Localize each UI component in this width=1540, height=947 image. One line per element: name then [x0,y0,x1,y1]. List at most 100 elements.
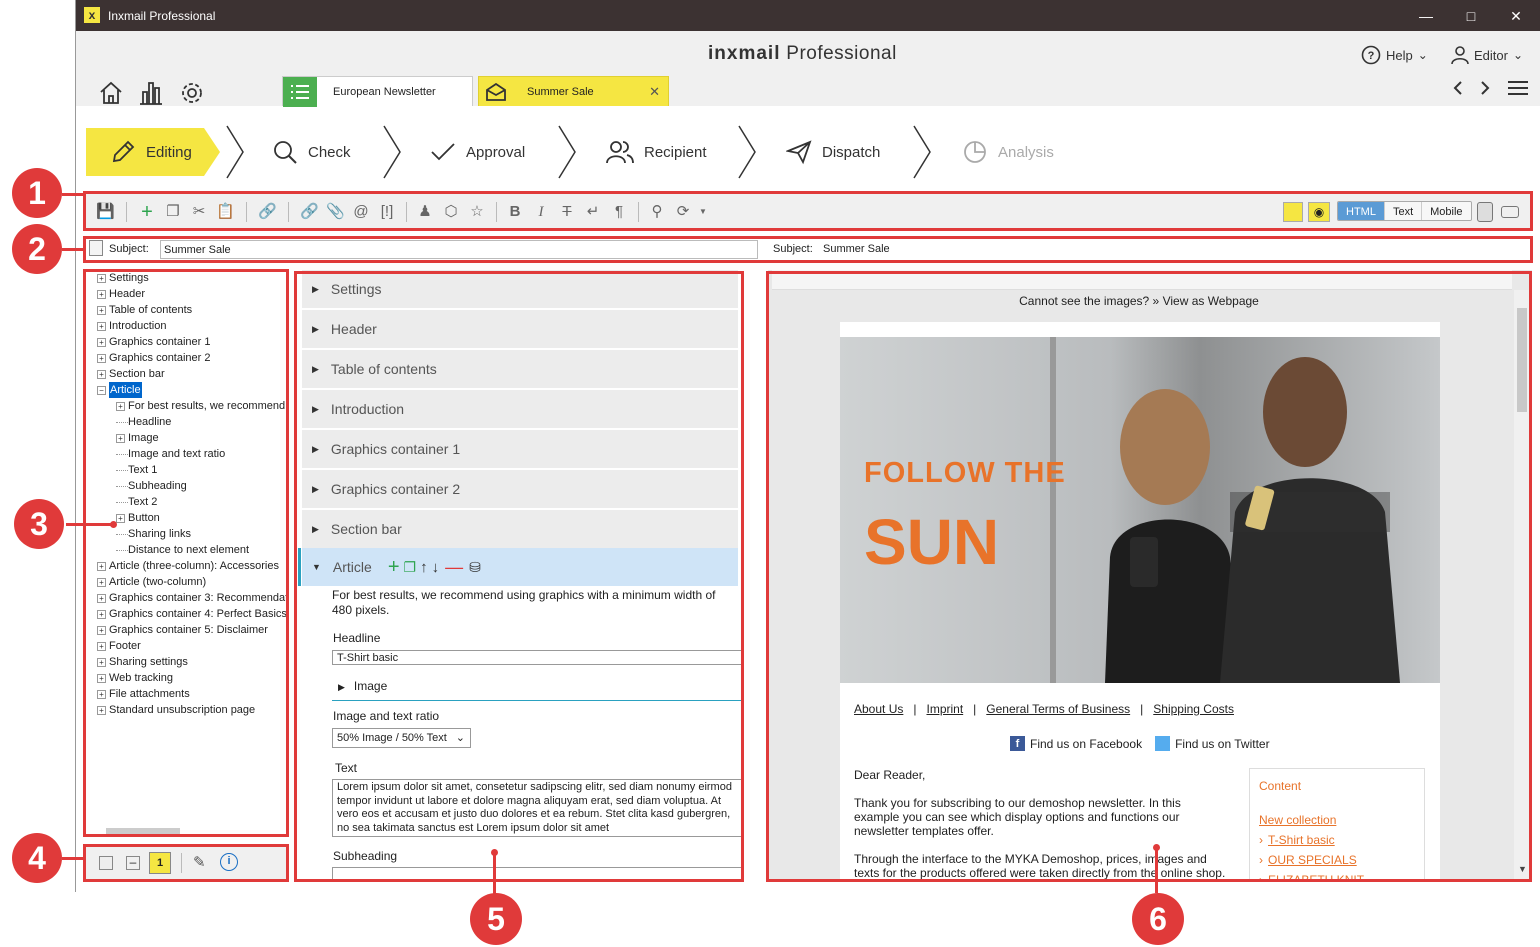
expand-node-icon[interactable]: + [97,673,106,683]
expand-node-icon[interactable]: + [97,337,106,347]
box-icon[interactable]: ⬡ [442,203,460,221]
attachment-icon[interactable]: 📎 [326,203,345,221]
bold-icon[interactable]: B [506,203,524,221]
twitter-link[interactable]: Find us on Twitter [1175,737,1270,751]
device-portrait-icon[interactable] [1477,202,1493,222]
section-collapsed[interactable]: ▶ Settings [302,270,738,308]
preview-scroll-thumb[interactable] [1517,308,1527,412]
facebook-link[interactable]: Find us on Facebook [1030,737,1142,751]
tab-summer-sale[interactable]: Summer Sale ✕ [478,76,669,106]
step-dispatch[interactable]: Dispatch [786,128,880,176]
collapse-node-icon[interactable]: − [97,385,106,395]
italic-icon[interactable]: I [532,203,550,221]
move-down-icon[interactable]: ↓ [432,559,440,576]
scroll-down-icon[interactable]: ▼ [1518,864,1527,874]
copy-icon[interactable]: ❐ [164,203,182,221]
nav-about-us[interactable]: About Us [854,702,903,716]
nav-shipping[interactable]: Shipping Costs [1153,702,1234,716]
save-icon[interactable]: 💾 [96,203,115,221]
step-recipient[interactable]: Recipient [606,128,707,176]
tree-node[interactable]: + Table of contents [97,302,192,318]
info-icon[interactable]: i [220,853,238,871]
star-icon[interactable]: ☆ [468,203,486,221]
tree-node[interactable]: + Button [116,510,160,526]
expand-node-icon[interactable]: + [97,321,106,331]
headline-input[interactable]: T-Shirt basic [332,650,743,665]
tree-node[interactable]: − Article [97,382,142,398]
tree-node[interactable]: + Graphics container 5: Disclaimer [97,622,268,638]
tab-european-newsletter[interactable]: European Newsletter [282,76,473,107]
subject-input[interactable]: Summer Sale [160,240,758,259]
move-up-icon[interactable]: ↑ [420,559,428,576]
section-collapsed[interactable]: ▶ Introduction [302,390,738,428]
expand-node-icon[interactable]: + [97,353,106,363]
paste-icon[interactable]: 📋 [216,203,235,221]
edit-brush-icon[interactable]: ✎ [193,853,206,871]
content-link-specials[interactable]: › OUR SPECIALS [1259,853,1357,867]
step-editing[interactable]: Editing [110,128,192,176]
step-check[interactable]: Check [272,128,351,176]
expand-node-icon[interactable]: + [97,609,106,619]
duplicate-icon[interactable]: ❐ [404,559,417,576]
content-link-tshirt[interactable]: › T-Shirt basic [1259,833,1335,847]
expand-node-icon[interactable]: + [97,305,106,315]
tree-node[interactable]: Image and text ratio [116,446,225,462]
hamburger-menu-icon[interactable] [1508,80,1528,96]
strikethrough-icon[interactable]: T [558,203,576,221]
section-collapsed[interactable]: ▶ Table of contents [302,350,738,388]
tree-node[interactable]: + Web tracking [97,670,173,686]
device-landscape-icon[interactable] [1501,206,1519,218]
nav-terms[interactable]: General Terms of Business [986,702,1130,716]
expand-icon[interactable] [99,856,113,870]
structure-icon[interactable] [1283,202,1303,222]
cut-icon[interactable]: ✂ [190,203,208,221]
tree-node[interactable]: Distance to next element [116,542,249,558]
at-icon[interactable]: @ [352,203,370,221]
home-icon[interactable] [98,81,124,105]
preview-eye-icon[interactable]: ◉ [1308,202,1330,222]
section-collapsed[interactable]: ▶ Graphics container 1 [302,430,738,468]
content-link-knit[interactable]: › ELIZABETH KNIT [1259,873,1364,882]
tree-node[interactable]: + Footer [97,638,141,654]
view-html-button[interactable]: HTML [1338,202,1384,220]
close-icon[interactable]: ✕ [1506,6,1526,26]
close-tab-icon[interactable]: ✕ [649,84,660,100]
tree-node[interactable]: Text 2 [116,494,157,510]
statistics-icon[interactable] [138,80,164,106]
expand-node-icon[interactable]: + [97,561,106,571]
tree-node[interactable]: Headline [116,414,171,430]
text-area[interactable]: Lorem ipsum dolor sit amet, consetetur s… [332,779,743,837]
expand-node-icon[interactable]: + [116,513,125,523]
tree-node[interactable]: + File attachments [97,686,190,702]
expand-node-icon[interactable]: + [97,577,106,587]
link-check-icon[interactable]: 🔗 [258,203,277,221]
tree-node[interactable]: + Article (two-column) [97,574,206,590]
expand-node-icon[interactable]: + [97,641,106,651]
expand-node-icon[interactable]: + [97,289,106,299]
collapse-icon[interactable]: – [126,856,140,870]
tree-node[interactable]: + Graphics container 3: Recommendat [97,590,288,606]
numbering-icon[interactable]: 1 [149,852,171,874]
expand-node-icon[interactable]: + [97,593,106,603]
dropdown-arrow-icon[interactable]: ▼ [694,203,712,221]
paragraph-icon[interactable]: ¶ [610,203,628,221]
expand-node-icon[interactable]: + [97,657,106,667]
arrow-left-icon[interactable] [1451,80,1465,96]
view-as-webpage-link[interactable]: Cannot see the images? » View as Webpage [768,294,1510,308]
tree-node[interactable]: + Section bar [97,366,165,382]
add-icon[interactable]: + [138,202,156,222]
nav-imprint[interactable]: Imprint [926,702,963,716]
expand-node-icon[interactable]: + [116,401,125,411]
tree-node[interactable]: + Header [97,286,145,302]
database-icon[interactable]: ⛁ [469,559,481,576]
section-article[interactable]: ▼ Article + ❐ ↑ ↓ — ⛁ [302,548,738,586]
remove-icon[interactable]: — [445,557,463,578]
ratio-select[interactable]: 50% Image / 50% Text ⌄ [332,728,471,748]
user-menu[interactable]: Editor ⌄ [1451,45,1523,65]
tree-node[interactable]: Sharing links [116,526,191,542]
step-approval[interactable]: Approval [430,128,525,176]
section-collapsed[interactable]: ▶ Header [302,310,738,348]
tree-node[interactable]: + Introduction [97,318,166,334]
image-subsection[interactable]: ▶ Image [338,679,387,693]
tree-node[interactable]: + Settings [97,270,149,286]
